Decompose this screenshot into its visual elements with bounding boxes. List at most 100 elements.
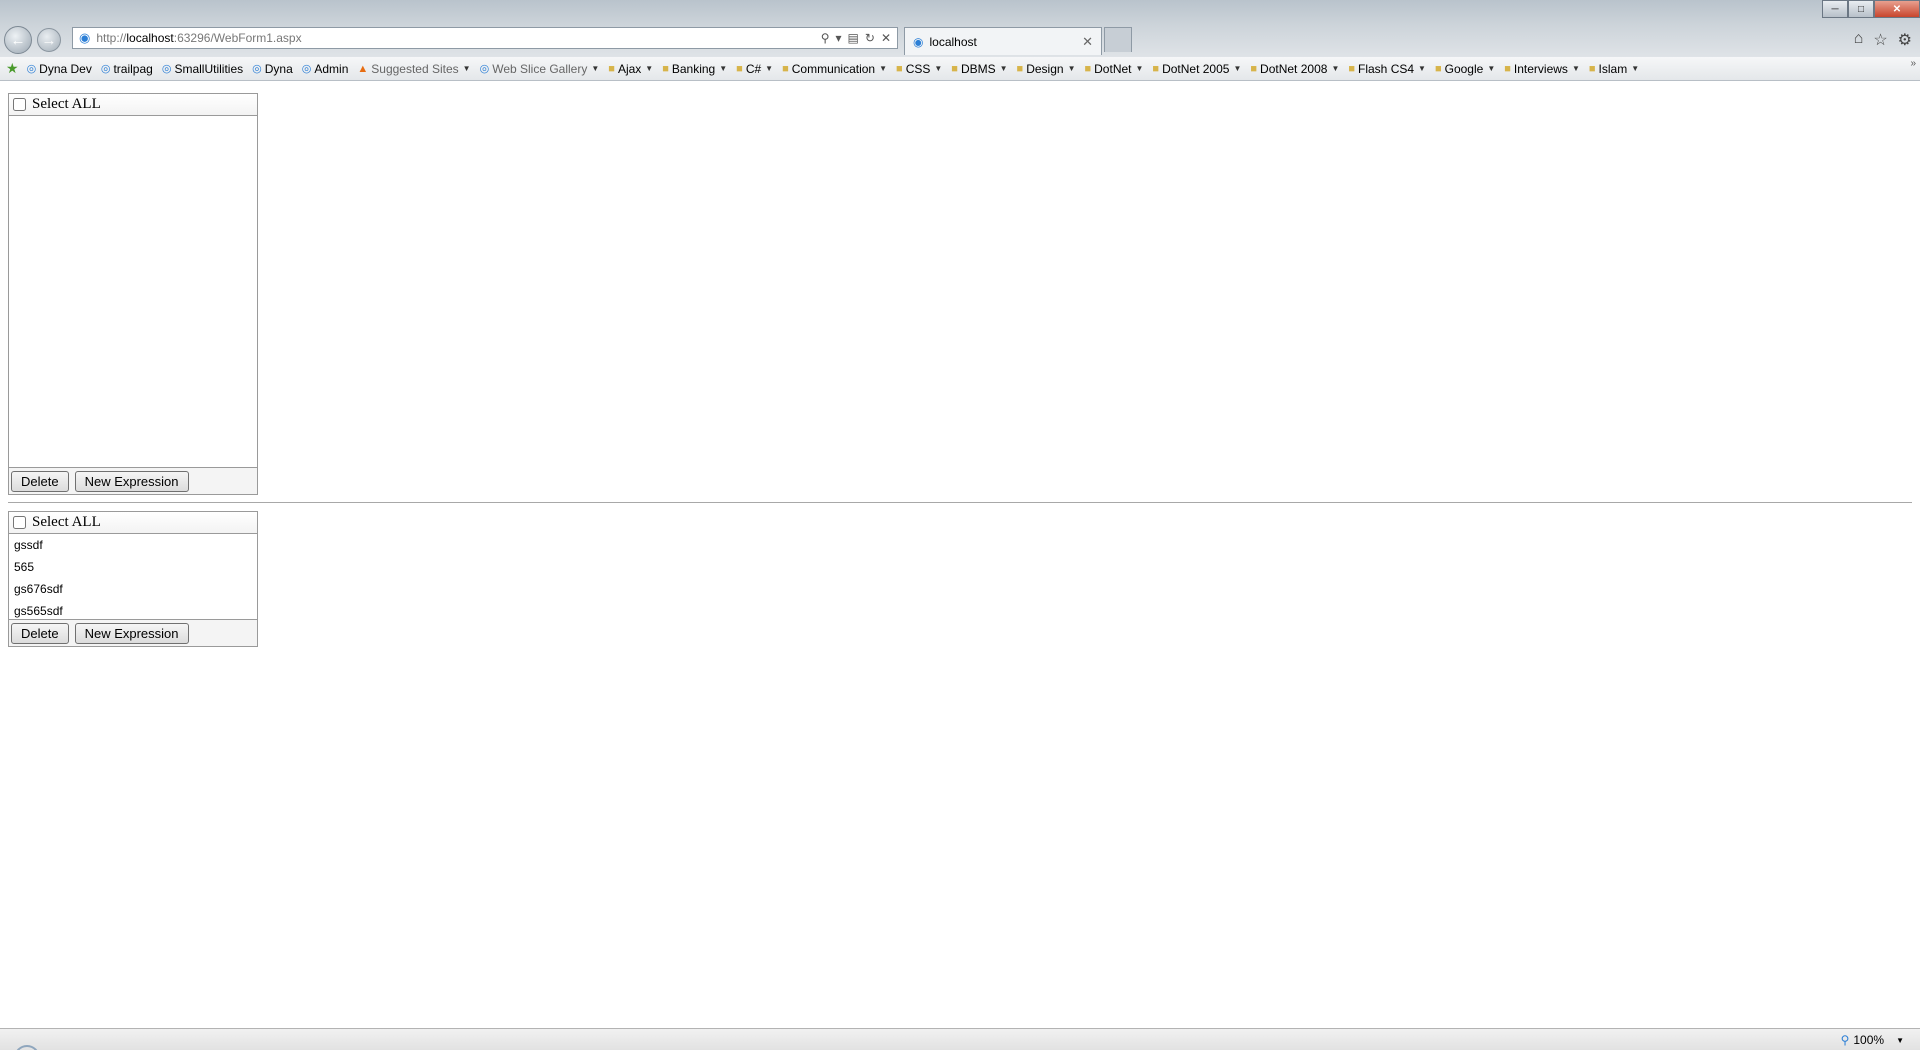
favorite-label: Interviews [1513,61,1568,76]
favorite-label: Ajax [617,61,642,76]
panel-header: Select ALL [9,94,257,116]
refresh-icon[interactable]: ↻ [865,31,875,45]
folder-icon: ■ [736,62,743,75]
favorite-item[interactable]: ■ DotNet 2005 ▼ [1152,62,1241,76]
minimize-button[interactable]: ─ [1822,0,1848,18]
favorite-item[interactable]: ■ Google ▼ [1435,62,1495,76]
maximize-button[interactable]: □ [1848,0,1874,18]
arrow-left-icon: ← [10,31,26,49]
chevron-down-icon[interactable]: ▼ [463,64,471,73]
close-window-button[interactable]: ✕ [1874,0,1920,18]
favorite-item[interactable]: ■ DotNet ▼ [1084,62,1143,76]
favorite-item[interactable]: ◎ trailpag [101,62,153,76]
folder-icon: ■ [951,62,958,75]
chevron-down-icon[interactable]: ▼ [765,64,773,73]
ie-page-icon: ◎ [252,63,262,75]
new-expression-button[interactable]: New Expression [74,470,189,492]
chevron-down-icon[interactable]: ▼ [719,64,727,73]
compatibility-view-icon[interactable]: ▤ [848,31,859,45]
panel-header: Select ALL [9,512,257,534]
favorite-label: SmallUtilities [174,61,244,76]
folder-icon: ■ [1084,62,1092,75]
ie-page-icon: ◎ [26,63,37,75]
favorite-item[interactable]: ◎ Dyna Dev [27,62,92,76]
chevron-down-icon[interactable]: ▼ [1233,64,1241,73]
select-all-label: Select ALL [32,514,101,530]
favorite-label: Design [1026,61,1064,76]
favorite-item[interactable]: ■ CSS ▼ [896,62,942,76]
address-bar[interactable]: ◉ http://localhost:63296/WebForm1.aspx ⚲… [72,27,898,49]
chevron-down-icon[interactable]: ▾ [836,31,842,45]
delete-button[interactable]: Delete [11,622,69,644]
favorite-item[interactable]: ■ Flash CS4 ▼ [1348,62,1426,76]
favorite-label: Suggested Sites [371,61,459,76]
favorite-label: Banking [671,61,716,76]
close-tab-icon[interactable]: ✕ [1082,34,1093,50]
chevron-down-icon[interactable]: ▼ [1487,64,1495,73]
chevron-down-icon[interactable]: ▼ [645,64,653,73]
tab-localhost[interactable]: ◉ localhost ✕ [904,27,1102,55]
stop-icon[interactable]: ✕ [881,31,891,45]
chevron-down-icon[interactable]: ▼ [1136,64,1144,73]
list-item[interactable]: gs676sdf [9,578,257,600]
gear-icon[interactable]: ⚙ [1898,30,1912,50]
favorite-item[interactable]: ■ Interviews ▼ [1504,62,1580,76]
horizontal-rule [8,502,1912,503]
select-all-label: Select ALL [32,96,101,112]
chevron-down-icon[interactable]: ▼ [1068,64,1076,73]
favorite-item[interactable]: ■ DBMS ▼ [951,62,1007,76]
favorite-label: Web Slice Gallery [492,61,588,76]
address-tools: ⚲ ▾ ▤ ↻ ✕ [821,31,897,45]
browser-window: ← → ◉ http://localhost:63296/WebForm1.as… [0,0,1920,1050]
add-favorite-icon[interactable]: ★ [6,60,19,77]
select-all-checkbox[interactable] [13,98,26,111]
folder-icon: ■ [896,62,903,75]
favorite-item[interactable]: ◎ SmallUtilities [162,62,243,76]
forward-button[interactable]: → [37,28,61,52]
favorite-label: trailpag [113,61,153,76]
folder-icon: ■ [1250,62,1258,75]
favorite-item[interactable]: ■ Banking ▼ [662,62,727,76]
chevron-down-icon[interactable]: ▼ [934,64,942,73]
favorite-item[interactable]: ■ Design ▼ [1017,62,1076,76]
favorite-item[interactable]: ■ Islam ▼ [1589,62,1639,76]
ie-page-icon: ◎ [161,63,172,75]
favorite-label: Google [1444,61,1484,76]
ie-page-icon: ◉ [913,34,924,49]
favorite-label: DotNet 2005 [1162,61,1230,76]
zoom-control[interactable]: ⚲ 100% ▼ [1841,1033,1904,1047]
favorite-item[interactable]: ◎ Dyna [252,62,293,76]
search-icon[interactable]: ⚲ [821,31,830,45]
favorite-label: Communication [791,61,876,76]
address-url[interactable]: http://localhost:63296/WebForm1.aspx [96,31,820,45]
chevron-down-icon[interactable]: ▼ [1572,64,1580,73]
chevron-down-icon[interactable]: ▼ [1000,64,1008,73]
favorite-label: DotNet 2008 [1260,61,1328,76]
more-favorites-icon[interactable]: » [1910,58,1916,69]
chevron-down-icon[interactable]: ▼ [879,64,887,73]
chevron-down-icon[interactable]: ▼ [1896,1036,1904,1045]
list-item[interactable]: gssdf [9,534,257,556]
chevron-down-icon[interactable]: ▼ [1331,64,1339,73]
chevron-down-icon[interactable]: ▼ [1631,64,1639,73]
expression-list [9,116,257,467]
new-tab-button[interactable] [1104,27,1132,52]
favorite-item[interactable]: ◎ Web Slice Gallery ▼ [480,62,600,76]
list-item[interactable]: 565 [9,556,257,578]
back-button[interactable]: ← [4,26,32,54]
favorite-item[interactable]: ■ Communication ▼ [782,62,887,76]
favorite-item[interactable]: ■ DotNet 2008 ▼ [1250,62,1339,76]
favorite-item[interactable]: ■ C# ▼ [736,62,773,76]
favorites-star-icon[interactable]: ☆ [1873,30,1887,50]
folder-icon: ■ [1016,62,1024,75]
select-all-checkbox[interactable] [13,516,26,529]
favorite-item[interactable]: ▲ Suggested Sites ▼ [357,62,470,76]
chevron-down-icon[interactable]: ▼ [591,64,599,73]
browser-title-bar: ← → ◉ http://localhost:63296/WebForm1.as… [0,0,1920,57]
delete-button[interactable]: Delete [11,470,69,492]
chevron-down-icon[interactable]: ▼ [1418,64,1426,73]
home-icon[interactable]: ⌂ [1854,30,1864,50]
favorite-item[interactable]: ◎ Admin [302,62,349,76]
new-expression-button[interactable]: New Expression [74,622,189,644]
favorite-item[interactable]: ■ Ajax ▼ [608,62,653,76]
